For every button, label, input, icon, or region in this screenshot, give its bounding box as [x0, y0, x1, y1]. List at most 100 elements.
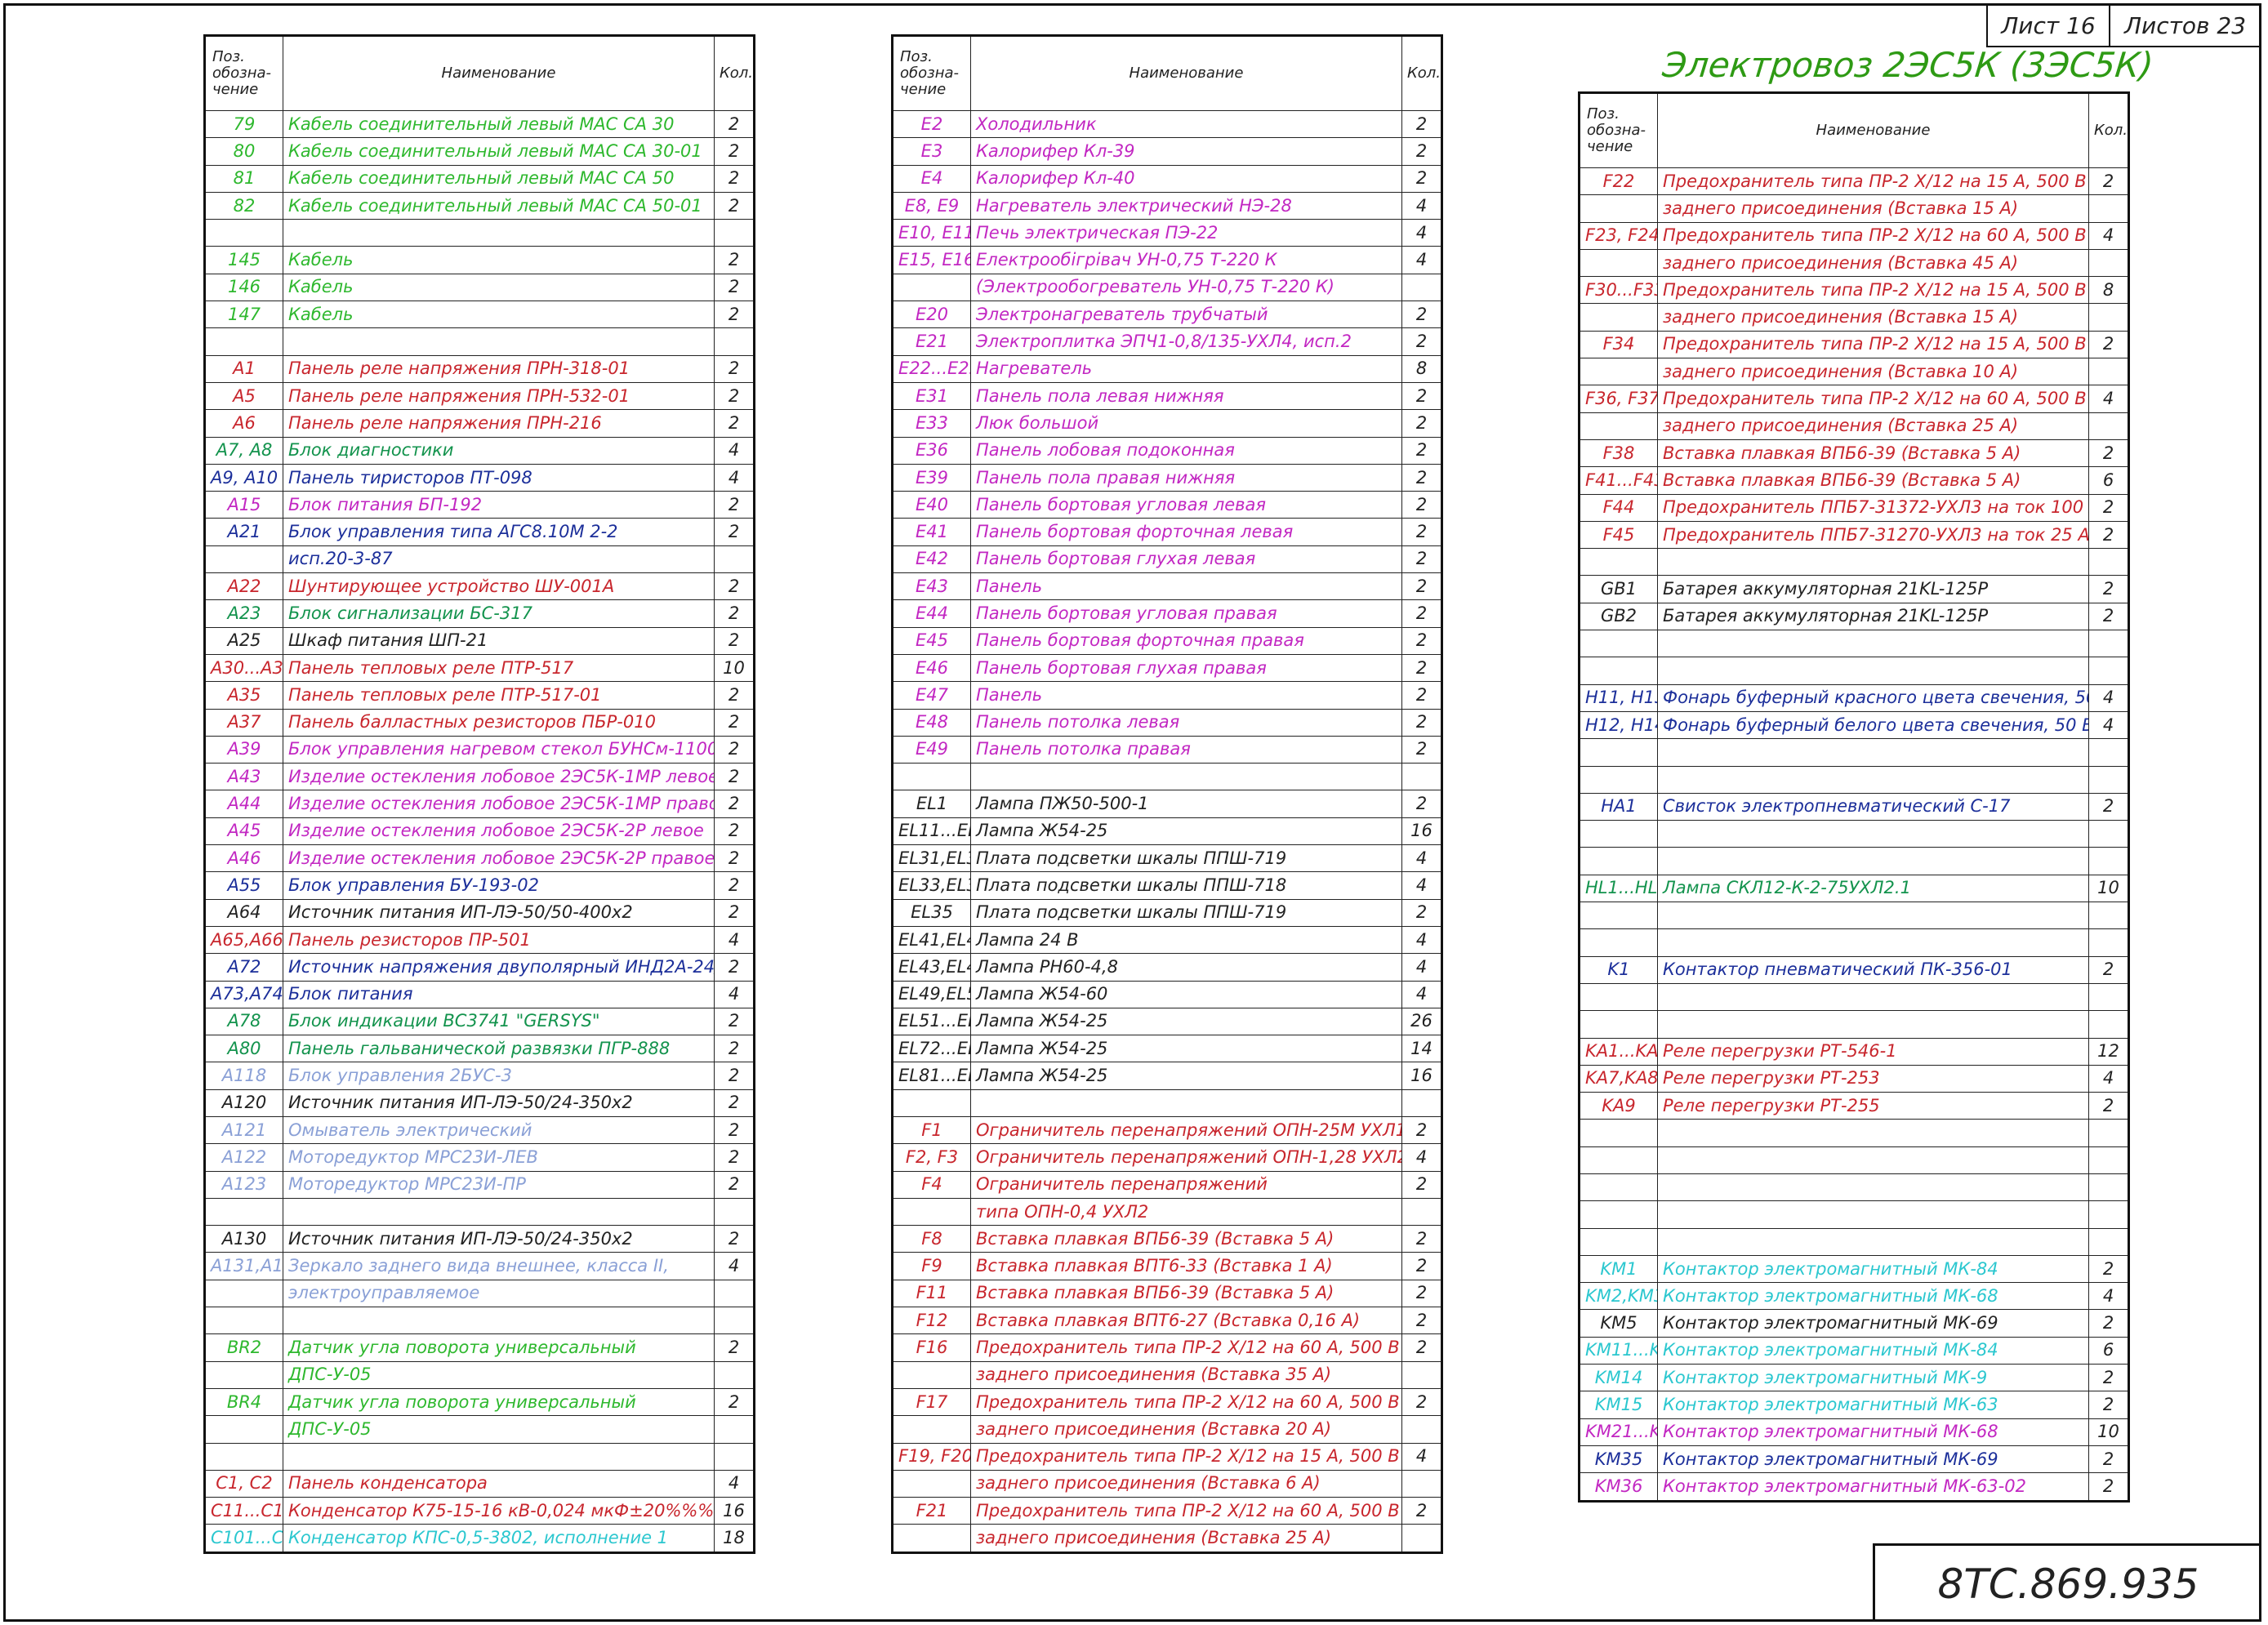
quantity-cell: 2	[714, 409, 755, 438]
table-row: A35 Панель тепловых реле ПТР-517-01 2	[204, 681, 755, 710]
table-row: A80 Панель гальванической развязки ПГР-88…	[204, 1035, 755, 1063]
quantity-cell: 2	[1401, 1170, 1442, 1199]
quantity-cell: 2	[1401, 1225, 1442, 1253]
table-row	[1579, 1173, 2129, 1202]
name-cell	[1657, 548, 2089, 577]
table-row: F45 Предохранитель ППБ7-31270-УХЛ3 на ток…	[1579, 520, 2129, 550]
table-row: F38 Вставка плавкая ВПБ6-39 (Вставка 5 А)…	[1579, 439, 2129, 468]
name-cell: Предохранитель ППБ7-31270-УХЛ3 на ток 25…	[1657, 520, 2089, 550]
quantity-cell: 2	[714, 599, 755, 628]
quantity-cell: 4	[1401, 219, 1442, 247]
quantity-cell: 2	[2088, 1254, 2129, 1284]
name-cell: Зеркало заднего вида внешнее, класса II,	[283, 1252, 715, 1280]
position-cell: F23, F24	[1579, 221, 1658, 250]
name-cell: Панель балластных резисторов ПБР-010	[283, 708, 715, 737]
quantity-cell: 16	[1401, 817, 1442, 846]
position-cell: E46	[892, 653, 971, 683]
quantity-cell: 4	[714, 1469, 755, 1498]
table-row	[1579, 1200, 2129, 1229]
quantity-cell	[2088, 630, 2129, 658]
quantity-cell	[2088, 248, 2129, 278]
table-row: E3 Калорифер Кл-39 2	[892, 137, 1442, 166]
quantity-cell: 2	[1401, 109, 1442, 139]
table-row: H11, H13Фонарь буферный красного цвета с…	[1579, 683, 2129, 712]
name-cell: Реле перегрузки РТ-253	[1657, 1064, 2089, 1093]
quantity-cell	[1401, 1415, 1442, 1444]
name-cell: Свисток электропневматический С-17	[1657, 792, 2089, 821]
name-cell: заднего присоединения (Вставка 35 А)	[970, 1360, 1402, 1389]
quantity-cell: 4	[1401, 246, 1442, 274]
name-cell	[1657, 1146, 2089, 1174]
quantity-cell: 2	[714, 164, 755, 193]
position-cell: A43	[204, 763, 283, 791]
position-cell: KM1	[1579, 1254, 1658, 1284]
table-row: A44 Изделие остекления лобовое 2ЭС5К-1МР …	[204, 790, 755, 818]
quantity-cell: 2	[1401, 735, 1442, 764]
name-cell: Калорифер Кл-40	[970, 164, 1402, 193]
name-cell	[283, 327, 715, 356]
position-cell: F4	[892, 1170, 971, 1199]
position-cell	[1579, 820, 1658, 848]
table-row: 80 Кабель соединительный левый МАС СА 30-…	[204, 137, 755, 166]
position-cell: EL49,EL50	[892, 980, 971, 1008]
table-row: A30...A34Панель тепловых реле ПТР-51710	[204, 653, 755, 683]
name-cell: Предохранитель типа ПР-2 Х/12 на 15 А, 5…	[1657, 276, 2089, 305]
name-cell	[1657, 738, 2089, 767]
name-cell: заднего присоединения (Вставка 45 А)	[1657, 248, 2089, 278]
name-cell: Предохранитель типа ПР-2 Х/12 на 60 А, 5…	[1657, 221, 2089, 250]
table-row: E42 Панель бортовая глухая левая 2	[892, 545, 1442, 574]
name-cell	[1657, 1173, 2089, 1202]
table-row: KA9 Реле перегрузки РТ-255 2	[1579, 1092, 2129, 1120]
name-cell: Панель	[970, 681, 1402, 710]
quantity-cell: 2	[1401, 1307, 1442, 1335]
position-cell: 79	[204, 109, 283, 139]
table-row: E48 Панель потолка левая 2	[892, 708, 1442, 737]
name-cell: Контактор электромагнитный МК-9	[1657, 1364, 2089, 1392]
table-row: A55 Блок управления БУ-193-02 2	[204, 871, 755, 900]
name-cell: Электронагреватель трубчатый	[970, 301, 1402, 329]
quantity-cell: 2	[714, 1035, 755, 1063]
quantity-cell: 2	[1401, 409, 1442, 438]
quantity-cell: 4	[714, 925, 755, 955]
table-row: F34 Предохранитель типа ПР-2 Х/12 на 15 А…	[1579, 330, 2129, 359]
quantity-cell: 2	[2088, 493, 2129, 522]
table-row	[1579, 738, 2129, 767]
table-row: 145 Кабель 2	[204, 246, 755, 274]
header-quantity: Кол.	[1401, 35, 1442, 111]
table-row	[1579, 982, 2129, 1012]
name-cell: Панель пола правая нижняя	[970, 463, 1402, 492]
table-row: F12 Вставка плавкая ВПТ6-27 (Вставка 0,16…	[892, 1307, 1442, 1335]
name-cell: заднего присоединения (Вставка 20 А)	[970, 1415, 1402, 1444]
position-cell: EL81...EL88	[892, 1062, 971, 1090]
table-row: A122 Моторедуктор МРС23И-ЛЕВ 2	[204, 1143, 755, 1172]
quantity-cell	[2088, 765, 2129, 794]
position-cell: A15	[204, 491, 283, 519]
position-cell: A5	[204, 381, 283, 411]
quantity-cell: 2	[714, 1143, 755, 1172]
table-row: A45 Изделие остекления лобовое 2ЭС5К-2Р л…	[204, 817, 755, 846]
table-row: EL81...EL88Лампа Ж54-2516	[892, 1062, 1442, 1090]
position-cell	[1579, 412, 1658, 440]
quantity-cell: 2	[714, 735, 755, 764]
table-row: E22...E25Нагреватель8	[892, 354, 1442, 383]
quantity-cell: 2	[1401, 1279, 1442, 1308]
quantity-cell: 2	[1401, 898, 1442, 927]
quantity-cell: 2	[2088, 575, 2129, 603]
position-cell: A6	[204, 409, 283, 438]
quantity-cell: 26	[1401, 1007, 1442, 1036]
table-row: F30...F33 Предохранитель типа ПР-2 Х/12 н…	[1579, 276, 2129, 305]
table-row: A43 Изделие остекления лобовое 2ЭС5К-1МР …	[204, 763, 755, 791]
position-cell: EL1	[892, 790, 971, 818]
quantity-cell: 2	[2088, 955, 2129, 984]
position-cell: F19, F20	[892, 1442, 971, 1471]
name-cell: Лампа Ж54-25	[970, 1035, 1402, 1063]
name-cell	[1657, 820, 2089, 848]
name-cell: заднего присоединения (Вставка 15 А)	[1657, 194, 2089, 223]
position-cell: F45	[1579, 520, 1658, 550]
table-row: F1 Ограничитель перенапряжений ОПН-25М УХ…	[892, 1115, 1442, 1145]
position-cell: 82	[204, 191, 283, 220]
quantity-cell	[714, 1360, 755, 1389]
table-row: E39 Панель пола правая нижняя 2	[892, 463, 1442, 492]
quantity-cell	[2088, 847, 2129, 875]
name-cell: Лампа Ж54-25	[970, 1062, 1402, 1090]
